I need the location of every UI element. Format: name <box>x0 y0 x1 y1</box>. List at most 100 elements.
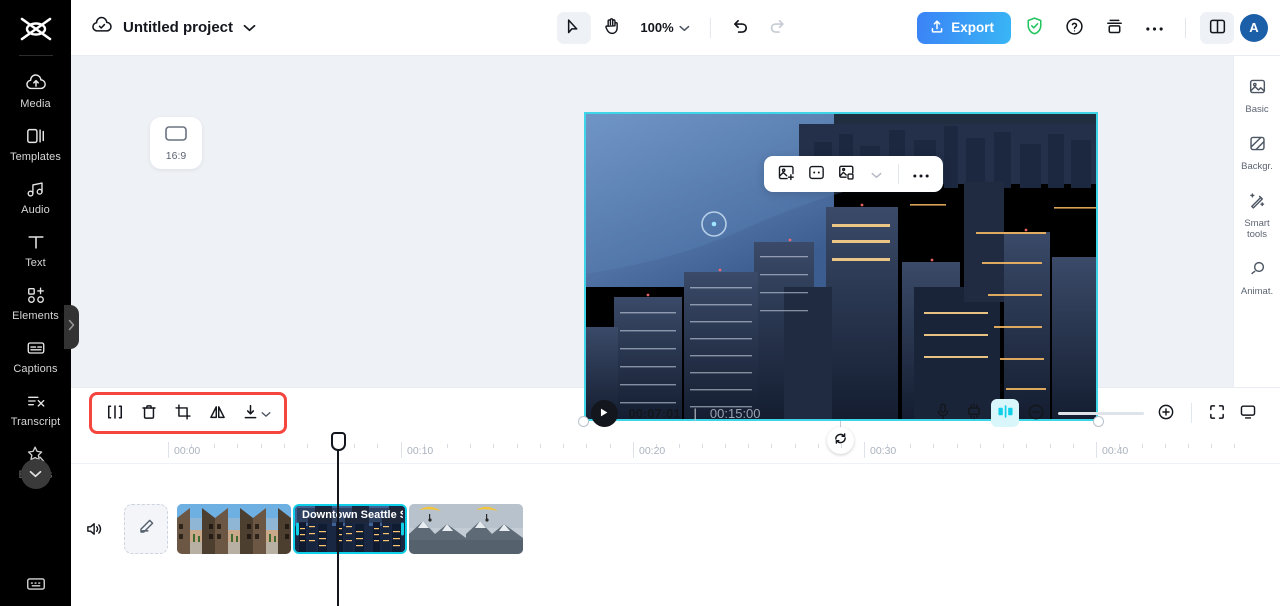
export-label: Export <box>951 20 994 35</box>
preview-stage: 16:9 <box>71 56 1233 454</box>
stage-area: 16:9 Basic Backgr. Smart tools Animat. <box>71 56 1280 454</box>
download-button[interactable] <box>236 399 276 427</box>
plus-circle-icon <box>1157 403 1175 424</box>
preview-monitor-button[interactable] <box>1234 399 1262 427</box>
playhead-line <box>337 448 339 606</box>
toolbar-divider <box>709 17 711 38</box>
playback-controls: 00:07:01 | 00:15:00 <box>590 399 761 427</box>
layers-button[interactable] <box>1097 12 1131 44</box>
current-time: 00:07:01 <box>628 405 681 421</box>
sidebar-item-label: Media <box>20 98 51 110</box>
top-toolbar: Untitled project 100% Export A <box>71 0 1280 56</box>
avatar[interactable]: A <box>1240 13 1268 42</box>
video-editor-app: Media Templates Audio Text Elements Capt… <box>0 0 1280 606</box>
zoom-slider[interactable] <box>1058 411 1144 415</box>
right-item-animation[interactable]: Animat. <box>1234 250 1280 307</box>
clip-trim-handle-left[interactable] <box>296 522 299 536</box>
split-panel-icon <box>1208 17 1227 39</box>
speaker-on-icon <box>85 523 104 542</box>
redo-button[interactable] <box>761 12 795 44</box>
clip-tools-group <box>89 392 287 434</box>
zoom-out-button[interactable] <box>1022 399 1050 427</box>
project-title-group[interactable]: Untitled project <box>91 16 256 39</box>
export-button[interactable]: Export <box>917 11 1011 44</box>
clip-trim-handle-right[interactable] <box>401 522 404 536</box>
keyboard-shortcuts-button[interactable] <box>0 575 71 598</box>
magic-wand-icon <box>1248 191 1267 215</box>
fit-timeline-button[interactable] <box>1203 399 1231 427</box>
project-name: Untitled project <box>123 19 234 36</box>
add-image-button[interactable] <box>772 160 800 188</box>
remove-background-button[interactable] <box>832 160 860 188</box>
chevron-right-icon <box>68 318 75 336</box>
timeline-toolbar: 00:07:01 | 00:15:00 <box>71 388 1280 438</box>
undo-button[interactable] <box>723 12 757 44</box>
clip-title: Downtown Seattle S <box>297 508 403 523</box>
upload-icon <box>930 19 944 37</box>
playhead-handle[interactable] <box>331 432 346 451</box>
select-tool-button[interactable] <box>556 11 591 44</box>
elements-icon <box>25 285 47 305</box>
canvas-more-button[interactable] <box>907 160 935 188</box>
music-note-icon <box>25 179 47 199</box>
sidebar-item-label: Transcript <box>10 416 61 428</box>
toggle-panel-button[interactable] <box>1200 11 1234 44</box>
zoom-level-select[interactable]: 100% <box>632 12 697 44</box>
right-item-label: Backgr. <box>1241 160 1273 172</box>
track-mute-button[interactable] <box>85 520 104 543</box>
play-button[interactable] <box>590 399 618 427</box>
sidebar-item-text[interactable]: Text <box>0 223 71 276</box>
right-item-background[interactable]: Backgr. <box>1234 125 1280 182</box>
sidebar-item-audio[interactable]: Audio <box>0 170 71 223</box>
transcript-icon <box>25 391 47 411</box>
minus-circle-icon <box>1027 403 1045 424</box>
remove-background-caret[interactable] <box>862 160 890 188</box>
hand-tool-button[interactable] <box>594 12 628 44</box>
delete-button[interactable] <box>134 399 164 427</box>
ruler-label: 00:30 <box>870 445 897 457</box>
security-shield-button[interactable] <box>1017 12 1051 44</box>
templates-icon <box>25 126 47 146</box>
chevron-down-icon <box>261 406 271 421</box>
right-item-smart-tools[interactable]: Smart tools <box>1234 182 1280 250</box>
ruler-label: 00:20 <box>639 445 666 457</box>
cloud-check-icon <box>91 16 113 39</box>
aspect-ratio-card[interactable]: 16:9 <box>150 117 202 169</box>
mask-button[interactable] <box>802 160 830 188</box>
sidebar-item-label: Text <box>25 257 46 269</box>
sidebar-item-captions[interactable]: Captions <box>0 329 71 382</box>
markers-button[interactable] <box>960 399 988 427</box>
chevron-down-icon <box>871 167 882 182</box>
more-options-button[interactable] <box>1137 12 1171 44</box>
aspect-ratio-label: 16:9 <box>165 149 187 162</box>
clip-paraglider[interactable] <box>409 504 523 554</box>
stack-layers-icon <box>1105 17 1124 39</box>
sidebar-collapse-toggle[interactable] <box>64 305 79 349</box>
sidebar-item-elements[interactable]: Elements <box>0 276 71 329</box>
clip-street[interactable] <box>177 504 291 554</box>
ruler-label: 00:00 <box>174 445 201 457</box>
crop-icon <box>174 403 192 424</box>
cloud-upload-icon <box>25 73 47 93</box>
edit-track-button[interactable] <box>124 504 168 554</box>
zoom-in-button[interactable] <box>1152 399 1180 427</box>
chevron-down-icon[interactable] <box>243 19 256 37</box>
mirror-button[interactable] <box>202 399 232 427</box>
right-item-label: Animat. <box>1240 285 1274 297</box>
crop-button[interactable] <box>168 399 198 427</box>
sidebar-item-media[interactable]: Media <box>0 64 71 117</box>
timeline-ruler[interactable]: 00:00 00:10 00:20 00:30 00:40 <box>71 438 1280 464</box>
split-button[interactable] <box>100 399 130 427</box>
right-item-basic[interactable]: Basic <box>1234 68 1280 125</box>
transition-icon <box>996 402 1015 424</box>
record-voice-button[interactable] <box>929 399 957 427</box>
sidebar-item-effects[interactable]: Effects <box>0 435 71 489</box>
transition-button[interactable] <box>991 399 1019 427</box>
clip-downtown-seattle[interactable]: Downtown Seattle S <box>293 504 407 554</box>
sidebar-item-templates[interactable]: Templates <box>0 117 71 170</box>
expand-more-button[interactable] <box>20 459 51 489</box>
sidebar-item-label: Audio <box>21 204 50 216</box>
capcut-logo[interactable] <box>19 16 53 47</box>
sidebar-item-transcript[interactable]: Transcript <box>0 382 71 435</box>
help-button[interactable] <box>1057 12 1091 44</box>
